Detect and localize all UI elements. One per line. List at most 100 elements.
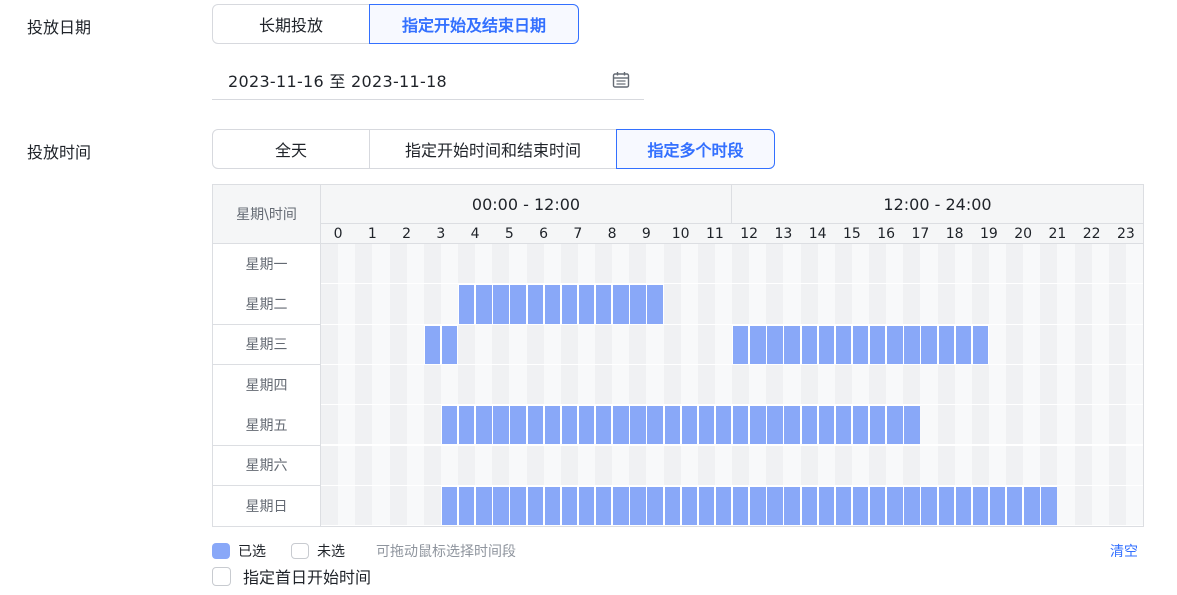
time-slot-cell[interactable] [577, 284, 596, 325]
time-slot-cell[interactable] [1091, 445, 1110, 486]
time-slot-cell[interactable] [817, 284, 836, 325]
time-slot-cell[interactable] [646, 485, 664, 527]
time-slot-cell[interactable] [869, 324, 887, 365]
time-slot-cell[interactable] [851, 324, 870, 365]
time-slot-cell[interactable] [834, 364, 853, 406]
time-slot-cell[interactable] [697, 445, 716, 486]
time-slot-cell[interactable] [1074, 324, 1092, 365]
time-slot-cell[interactable] [440, 485, 459, 527]
time-slot-cell[interactable] [663, 485, 681, 527]
time-slot-cell[interactable] [817, 445, 836, 486]
time-slot-cell[interactable] [971, 445, 990, 486]
time-slot-cell[interactable] [697, 364, 716, 406]
time-slot-cell[interactable] [783, 445, 801, 486]
time-slot-cell[interactable] [355, 244, 373, 285]
time-slot-cell[interactable] [800, 364, 818, 406]
time-slot-cell[interactable] [697, 324, 716, 365]
clear-button[interactable]: 清空 [1110, 541, 1138, 561]
time-slot-cell[interactable] [732, 284, 750, 325]
time-slot-cell[interactable] [1023, 364, 1041, 406]
time-slot-cell[interactable] [903, 324, 921, 365]
time-slot-cell[interactable] [1108, 284, 1127, 325]
time-slot-cell[interactable] [526, 364, 544, 406]
time-slot-cell[interactable] [1074, 485, 1092, 527]
time-slot-cell[interactable] [988, 485, 1007, 527]
time-slot-cell[interactable] [612, 445, 630, 486]
time-slot-cell[interactable] [406, 324, 425, 365]
option-specify-date-range[interactable]: 指定开始及结束日期 [369, 4, 579, 44]
time-slot-cell[interactable] [526, 445, 544, 486]
time-slot-cell[interactable] [492, 445, 510, 486]
time-slot-cell[interactable] [372, 284, 390, 325]
time-slot-cell[interactable] [1057, 445, 1075, 486]
time-slot-cell[interactable] [766, 244, 784, 285]
time-slot-cell[interactable] [543, 445, 562, 486]
time-slot-cell[interactable] [458, 405, 476, 446]
time-slot-cell[interactable] [560, 405, 579, 446]
time-slot-cell[interactable] [612, 364, 630, 406]
time-slot-cell[interactable] [423, 364, 442, 406]
time-slot-cell[interactable] [903, 485, 921, 527]
time-slot-cell[interactable] [732, 405, 750, 446]
time-slot-cell[interactable] [749, 244, 767, 285]
time-slot-cell[interactable] [577, 324, 596, 365]
time-slot-cell[interactable] [697, 244, 716, 285]
time-slot-cell[interactable] [543, 405, 562, 446]
time-slot-cell[interactable] [560, 284, 579, 325]
time-slot-cell[interactable] [1006, 485, 1024, 527]
time-slot-cell[interactable] [475, 445, 493, 486]
time-slot-cell[interactable] [714, 324, 733, 365]
time-slot-cell[interactable] [954, 364, 973, 406]
option-all-day[interactable]: 全天 [212, 129, 370, 169]
time-slot-cell[interactable] [920, 244, 938, 285]
time-slot-cell[interactable] [526, 284, 544, 325]
time-slot-cell[interactable] [1074, 284, 1092, 325]
time-slot-cell[interactable] [1040, 485, 1058, 527]
time-slot-cell[interactable] [1006, 244, 1024, 285]
time-slot-cell[interactable] [1023, 445, 1041, 486]
time-slot-cell[interactable] [458, 324, 476, 365]
time-slot-cell[interactable] [372, 244, 390, 285]
time-slot-cell[interactable] [595, 364, 613, 406]
time-slot-cell[interactable] [714, 284, 733, 325]
time-slot-cell[interactable] [1074, 364, 1092, 406]
time-slot-cell[interactable] [321, 485, 339, 527]
time-slot-cell[interactable] [1006, 364, 1024, 406]
time-slot-cell[interactable] [903, 364, 921, 406]
time-slot-cell[interactable] [680, 364, 699, 406]
time-slot-cell[interactable] [1057, 244, 1075, 285]
time-schedule-grid[interactable]: 星期\时间 00:00 - 12:00 12:00 - 24:00 0 1 2 3 4 5 6 7… [212, 184, 1144, 527]
time-slot-cell[interactable] [612, 284, 630, 325]
time-slot-cell[interactable] [1057, 324, 1075, 365]
time-slot-cell[interactable] [423, 284, 442, 325]
time-slot-cell[interactable] [338, 364, 356, 406]
time-slot-cell[interactable] [886, 485, 904, 527]
time-slot-cell[interactable] [372, 364, 390, 406]
time-slot-cell[interactable] [783, 324, 801, 365]
time-slot-cell[interactable] [1108, 244, 1127, 285]
time-slot-cell[interactable] [697, 485, 716, 527]
time-slot-cell[interactable] [903, 405, 921, 446]
time-slot-cell[interactable] [355, 445, 373, 486]
time-slot-cell[interactable] [1040, 324, 1058, 365]
time-slot-cell[interactable] [1108, 324, 1127, 365]
time-slot-cell[interactable] [646, 364, 664, 406]
time-slot-cell[interactable] [749, 324, 767, 365]
time-slot-cell[interactable] [1006, 284, 1024, 325]
time-slot-cell[interactable] [988, 445, 1007, 486]
time-slot-cell[interactable] [954, 324, 973, 365]
time-slot-cell[interactable] [458, 485, 476, 527]
time-slot-cell[interactable] [389, 485, 407, 527]
time-slot-cell[interactable] [423, 445, 442, 486]
time-slot-cell[interactable] [1091, 324, 1110, 365]
time-slot-cell[interactable] [389, 364, 407, 406]
time-slot-cell[interactable] [766, 445, 784, 486]
time-slot-cell[interactable] [458, 445, 476, 486]
time-slot-cell[interactable] [646, 324, 664, 365]
time-slot-cell[interactable] [834, 445, 853, 486]
time-slot-cell[interactable] [1091, 244, 1110, 285]
time-slot-cell[interactable] [851, 364, 870, 406]
time-slot-cell[interactable] [560, 445, 579, 486]
time-slot-cell[interactable] [543, 324, 562, 365]
date-range-picker[interactable]: 2023-11-16 至 2023-11-18 [212, 60, 644, 100]
